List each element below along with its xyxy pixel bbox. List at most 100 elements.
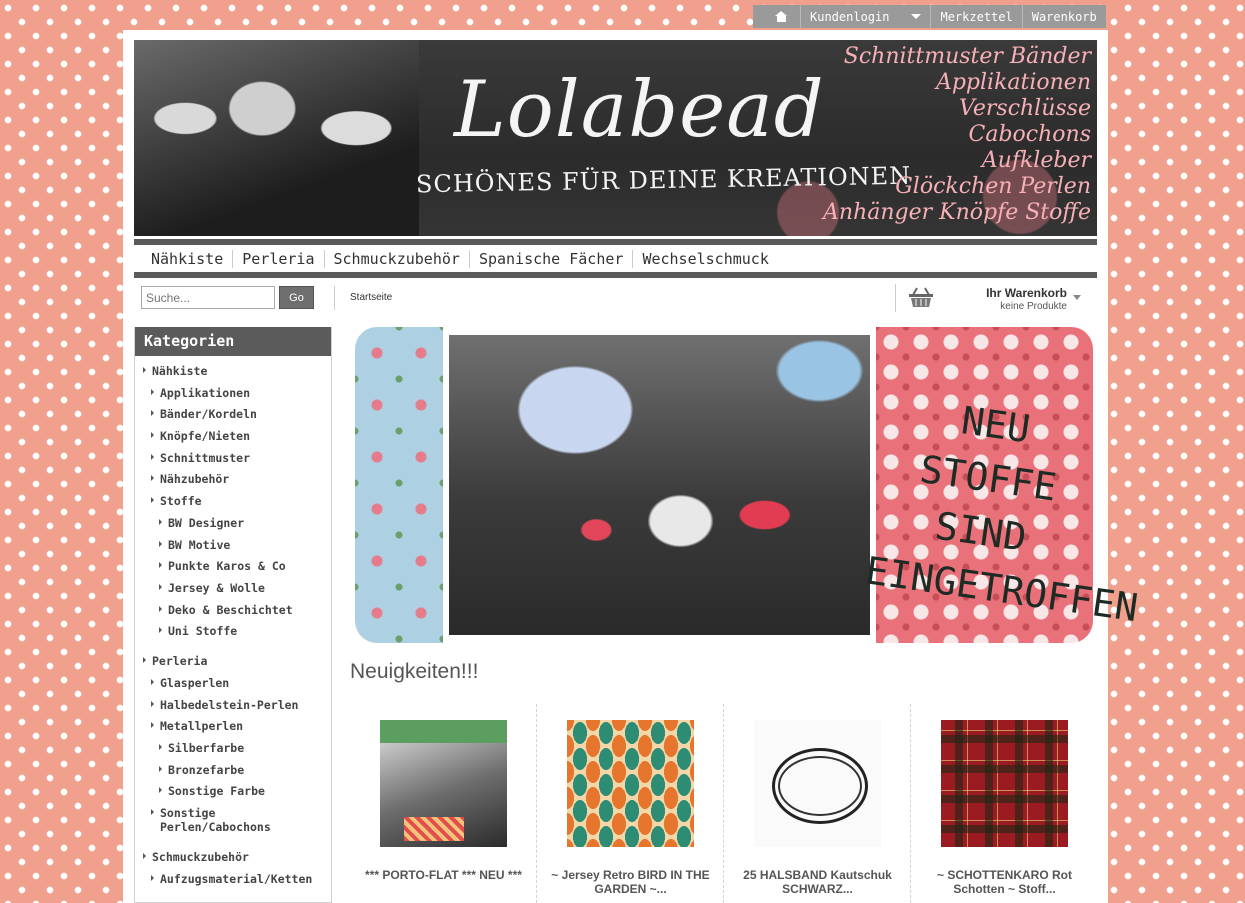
category-label: Knöpfe/Nieten bbox=[160, 429, 251, 444]
category-item[interactable]: Sonstige Perlen/Cabochons bbox=[135, 806, 331, 834]
caret-right-icon bbox=[159, 562, 162, 569]
category-label: Jersey & Wolle bbox=[168, 580, 265, 595]
banner-word: Verschlüsse bbox=[959, 96, 1091, 121]
hero-banner[interactable]: NEU STOFFE SIND EINGETROFFEN bbox=[355, 327, 1141, 643]
category-label: Punkte Karos & Co bbox=[168, 559, 286, 574]
caret-right-icon bbox=[151, 874, 154, 881]
category-item[interactable]: Uni Stoffe bbox=[135, 624, 331, 638]
category-item[interactable]: BW Motive bbox=[135, 538, 331, 552]
caret-right-icon bbox=[159, 787, 162, 794]
category-item[interactable]: Stoffe bbox=[135, 494, 331, 508]
category-item[interactable]: Nähkiste bbox=[135, 364, 331, 378]
category-label: Applikationen bbox=[160, 385, 251, 400]
category-label: Nähzubehör bbox=[160, 472, 230, 487]
banner-word: Schnittmuster Bänder bbox=[843, 44, 1091, 69]
product-name[interactable]: *** PORTO-FLAT *** NEU *** bbox=[356, 868, 531, 882]
cart-status: keine Produkte bbox=[1000, 301, 1067, 312]
caret-right-icon bbox=[159, 627, 162, 634]
product-name[interactable]: ~ SCHOTTENKARO Rot Schotten ~ Stoff... bbox=[917, 868, 1092, 896]
chevron-down-icon[interactable] bbox=[1073, 295, 1081, 300]
banner-word: Anhänger Knöpfe Stoffe bbox=[823, 200, 1091, 225]
category-label: Nähkiste bbox=[152, 364, 208, 378]
category-item[interactable]: Glasperlen bbox=[135, 676, 331, 690]
category-item[interactable]: Perleria bbox=[135, 654, 331, 668]
category-label: BW Designer bbox=[168, 515, 245, 530]
caret-right-icon bbox=[151, 453, 154, 460]
category-label: Schnittmuster bbox=[160, 450, 251, 465]
nav-item-perleria[interactable]: Perleria bbox=[232, 249, 323, 268]
category-item[interactable]: Schmuckzubehör bbox=[135, 850, 331, 864]
nav-item-naehkiste[interactable]: Nähkiste bbox=[142, 250, 232, 268]
header-banner[interactable]: Lolabead SCHÖNES FÜR DEINE KREATIONEN Sc… bbox=[134, 40, 1097, 236]
product-name[interactable]: 25 HALSBAND Kautschuk SCHWARZ... bbox=[730, 868, 905, 896]
category-label: Uni Stoffe bbox=[168, 624, 238, 639]
caret-right-icon bbox=[151, 678, 154, 685]
login-dropdown[interactable]: Kundenlogin bbox=[800, 5, 930, 28]
caret-right-icon bbox=[143, 657, 146, 664]
category-label: Sonstige Perlen/Cabochons bbox=[160, 806, 271, 835]
category-label: Schmuckzubehör bbox=[152, 850, 249, 865]
category-item[interactable]: Metallperlen bbox=[135, 719, 331, 733]
caret-right-icon bbox=[159, 540, 162, 547]
category-item[interactable]: Jersey & Wolle bbox=[135, 581, 331, 595]
category-item[interactable]: Aufzugsmaterial/Ketten bbox=[135, 872, 331, 886]
category-item[interactable]: Applikationen bbox=[135, 386, 331, 400]
category-item[interactable]: Bänder/Kordeln bbox=[135, 407, 331, 421]
hero-announcement: NEU STOFFE SIND EINGETROFFEN bbox=[862, 383, 1141, 630]
product-image[interactable] bbox=[380, 720, 507, 847]
banner-word: Applikationen bbox=[935, 70, 1091, 95]
category-item[interactable]: Nähzubehör bbox=[135, 472, 331, 486]
main-navigation: Nähkiste Perleria Schmuckzubehör Spanisc… bbox=[134, 239, 1097, 278]
category-label: Perleria bbox=[152, 654, 208, 669]
category-item[interactable]: Sonstige Farbe bbox=[135, 784, 331, 798]
product-card[interactable]: ~ SCHOTTENKARO Rot Schotten ~ Stoff... bbox=[911, 704, 1098, 903]
nav-item-wechselschmuck[interactable]: Wechselschmuck bbox=[632, 249, 777, 268]
home-link[interactable] bbox=[753, 5, 800, 28]
product-card[interactable]: ~ Jersey Retro BIRD IN THE GARDEN ~... bbox=[537, 704, 724, 903]
caret-right-icon bbox=[143, 853, 146, 860]
category-item[interactable]: Schnittmuster bbox=[135, 451, 331, 465]
category-item[interactable]: Bronzefarbe bbox=[135, 763, 331, 777]
category-label: Sonstige Farbe bbox=[168, 784, 265, 799]
category-item[interactable]: Deko & Beschichtet bbox=[135, 603, 331, 617]
category-label: Silberfarbe bbox=[168, 741, 245, 755]
category-item[interactable]: BW Designer bbox=[135, 516, 331, 530]
product-name[interactable]: ~ Jersey Retro BIRD IN THE GARDEN ~... bbox=[543, 868, 718, 896]
login-label: Kundenlogin bbox=[810, 9, 890, 24]
nav-item-spanische-faecher[interactable]: Spanische Fächer bbox=[468, 249, 633, 268]
category-item[interactable]: Knöpfe/Nieten bbox=[135, 429, 331, 443]
shopping-basket-icon[interactable] bbox=[908, 286, 934, 308]
page-container: Lolabead SCHÖNES FÜR DEINE KREATIONEN Sc… bbox=[123, 30, 1141, 903]
product-card[interactable]: 25 HALSBAND Kautschuk SCHWARZ... bbox=[724, 704, 911, 903]
product-image[interactable] bbox=[567, 720, 694, 847]
category-item[interactable]: Halbedelstein-Perlen bbox=[135, 698, 331, 712]
home-icon bbox=[775, 11, 788, 22]
caret-right-icon bbox=[151, 809, 154, 816]
caret-right-icon bbox=[151, 388, 154, 395]
toolbar-divider bbox=[895, 284, 896, 312]
category-label: Bänder/Kordeln bbox=[160, 407, 257, 422]
category-item[interactable]: Punkte Karos & Co bbox=[135, 559, 331, 573]
category-label: Bronzefarbe bbox=[168, 762, 245, 777]
caret-right-icon bbox=[159, 583, 162, 590]
caret-right-icon bbox=[151, 497, 154, 504]
site-logo: Lolabead bbox=[454, 65, 825, 155]
product-image[interactable] bbox=[754, 720, 881, 847]
banner-word: Glöckchen Perlen bbox=[895, 174, 1091, 199]
product-card[interactable]: *** PORTO-FLAT *** NEU *** bbox=[350, 704, 537, 903]
hero-fabric-left bbox=[355, 327, 443, 643]
category-label: Aufzugsmaterial/Ketten bbox=[160, 871, 313, 886]
breadcrumb-home-link[interactable]: Startseite bbox=[350, 292, 392, 303]
caret-right-icon bbox=[159, 744, 162, 750]
cart-title[interactable]: Ihr Warenkorb bbox=[967, 286, 1067, 300]
caret-right-icon bbox=[151, 432, 154, 439]
caret-right-icon bbox=[151, 475, 154, 482]
search-go-button[interactable]: Go bbox=[279, 286, 314, 309]
nav-item-schmuckzubehoer[interactable]: Schmuckzubehör bbox=[323, 249, 469, 268]
product-image[interactable] bbox=[941, 720, 1068, 847]
caret-right-icon bbox=[159, 518, 162, 525]
search-input[interactable] bbox=[141, 286, 275, 309]
category-item[interactable]: Silberfarbe bbox=[135, 741, 331, 755]
cart-link[interactable]: Warenkorb bbox=[1021, 5, 1106, 28]
wishlist-link[interactable]: Merkzettel bbox=[930, 5, 1021, 28]
